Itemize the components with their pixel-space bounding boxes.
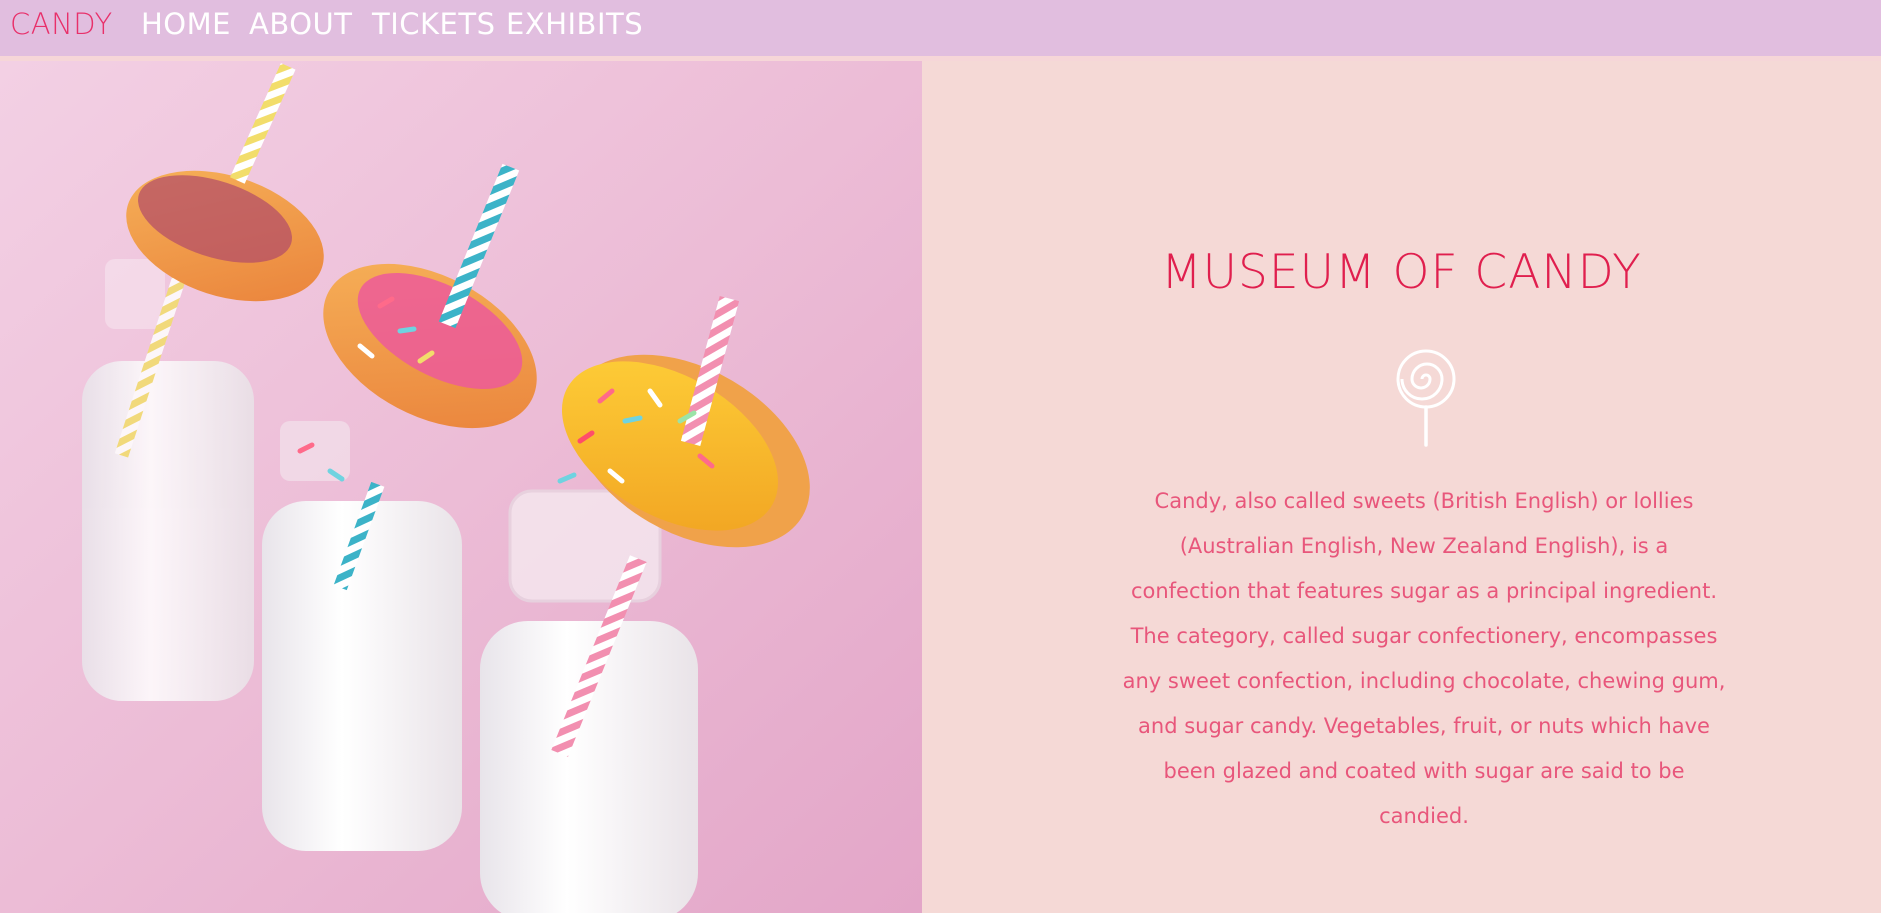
nav-link-home[interactable]: HOME [141,7,231,41]
page-title: MUSEUM OF CANDY [1161,245,1642,300]
museum-description: Candy, also called sweets (British Engli… [1122,489,1726,828]
intro-panel: MUSEUM OF CANDY Candy, also called sweet… [922,61,1881,913]
nav-link-tickets[interactable]: TICKETS [372,7,495,41]
top-nav: CANDY HOME ABOUT TICKETS EXHIBITS [0,0,1881,56]
brand-logo-link[interactable]: CANDY [10,7,113,41]
nav-link-exhibits[interactable]: EXHIBITS [506,7,643,41]
hero-illustration [0,61,922,913]
lollipop-icon [1392,345,1460,453]
nav-link-about[interactable]: ABOUT [249,7,353,41]
hero-image [0,61,922,913]
